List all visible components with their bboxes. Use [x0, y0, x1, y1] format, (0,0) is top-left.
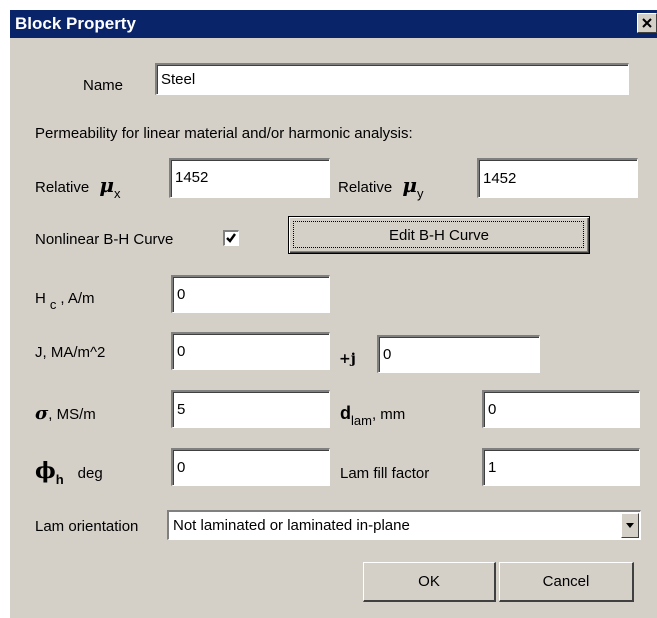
dlam-subscript: lam [351, 413, 372, 428]
phi-label: ϕh deg [35, 458, 103, 487]
dlam-symbol: d [340, 403, 351, 423]
phi-subscript: h [55, 472, 64, 487]
sigma-label: σ, MS/m [35, 403, 96, 424]
mu-symbol-x: μ [99, 173, 115, 197]
phi-unit: deg [77, 465, 103, 482]
dlam-label: dlam, mm [340, 403, 406, 428]
ok-button-label: OK [418, 573, 440, 590]
sigma-unit: , MS/m [48, 406, 96, 423]
hc-subscript: c [49, 297, 57, 312]
mu-y-input[interactable] [477, 158, 638, 198]
hc-symbol: H [35, 290, 46, 307]
check-icon [226, 233, 236, 243]
name-input[interactable] [155, 63, 629, 95]
hc-label: Hc, A/m [35, 290, 95, 312]
sigma-symbol: σ [35, 403, 49, 424]
nonlinear-bh-checkbox[interactable] [223, 230, 239, 246]
dialog-title: Block Property [15, 14, 136, 33]
phi-input[interactable] [171, 448, 330, 486]
j-input[interactable] [171, 332, 330, 370]
phi-symbol: ϕ [35, 458, 56, 484]
mu-y-subscript: y [417, 186, 424, 201]
relative-label-x: Relative [35, 179, 90, 196]
edit-bh-curve-button[interactable]: Edit B-H Curve [288, 216, 590, 254]
j-imag-label: +j [339, 351, 356, 367]
lam-fill-factor-input[interactable] [482, 448, 640, 486]
cancel-button-label: Cancel [542, 573, 590, 590]
lam-orientation-dropdown-button[interactable] [621, 513, 639, 538]
dlam-unit: , mm [371, 406, 406, 423]
ok-button[interactable]: OK [363, 562, 496, 602]
title-bar[interactable]: Block Property [10, 10, 657, 38]
close-button[interactable] [637, 13, 657, 33]
dlam-input[interactable] [482, 390, 640, 428]
j-label: J, MA/m^2 [35, 344, 106, 361]
j-imag-input[interactable] [377, 335, 540, 373]
chevron-down-icon [626, 523, 634, 528]
sigma-input[interactable] [171, 390, 330, 428]
mu-symbol-y: μ [402, 173, 418, 197]
mu-x-subscript: x [114, 186, 121, 201]
hc-unit: , A/m [60, 290, 95, 307]
lam-orientation-select[interactable]: Not laminated or laminated in-plane [167, 510, 641, 540]
relative-label-y: Relative [338, 179, 393, 196]
hc-input[interactable] [171, 275, 330, 313]
close-icon [642, 18, 652, 28]
mu-x-input[interactable] [169, 158, 330, 198]
nonlinear-bh-label: Nonlinear B-H Curve [35, 231, 174, 248]
lam-fill-factor-label: Lam fill factor [340, 465, 430, 482]
relative-mu-x-label: Relative μx [35, 173, 121, 201]
name-label: Name [83, 77, 124, 94]
permeability-heading: Permeability for linear material and/or … [35, 125, 413, 142]
lam-orientation-selected: Not laminated or laminated in-plane [173, 517, 410, 534]
cancel-button[interactable]: Cancel [499, 562, 634, 602]
lam-orientation-label: Lam orientation [35, 518, 139, 535]
relative-mu-y-label: Relative μy [338, 173, 424, 201]
focus-rectangle [293, 221, 584, 248]
block-property-dialog: Block Property Name Permeability for lin… [8, 8, 657, 618]
